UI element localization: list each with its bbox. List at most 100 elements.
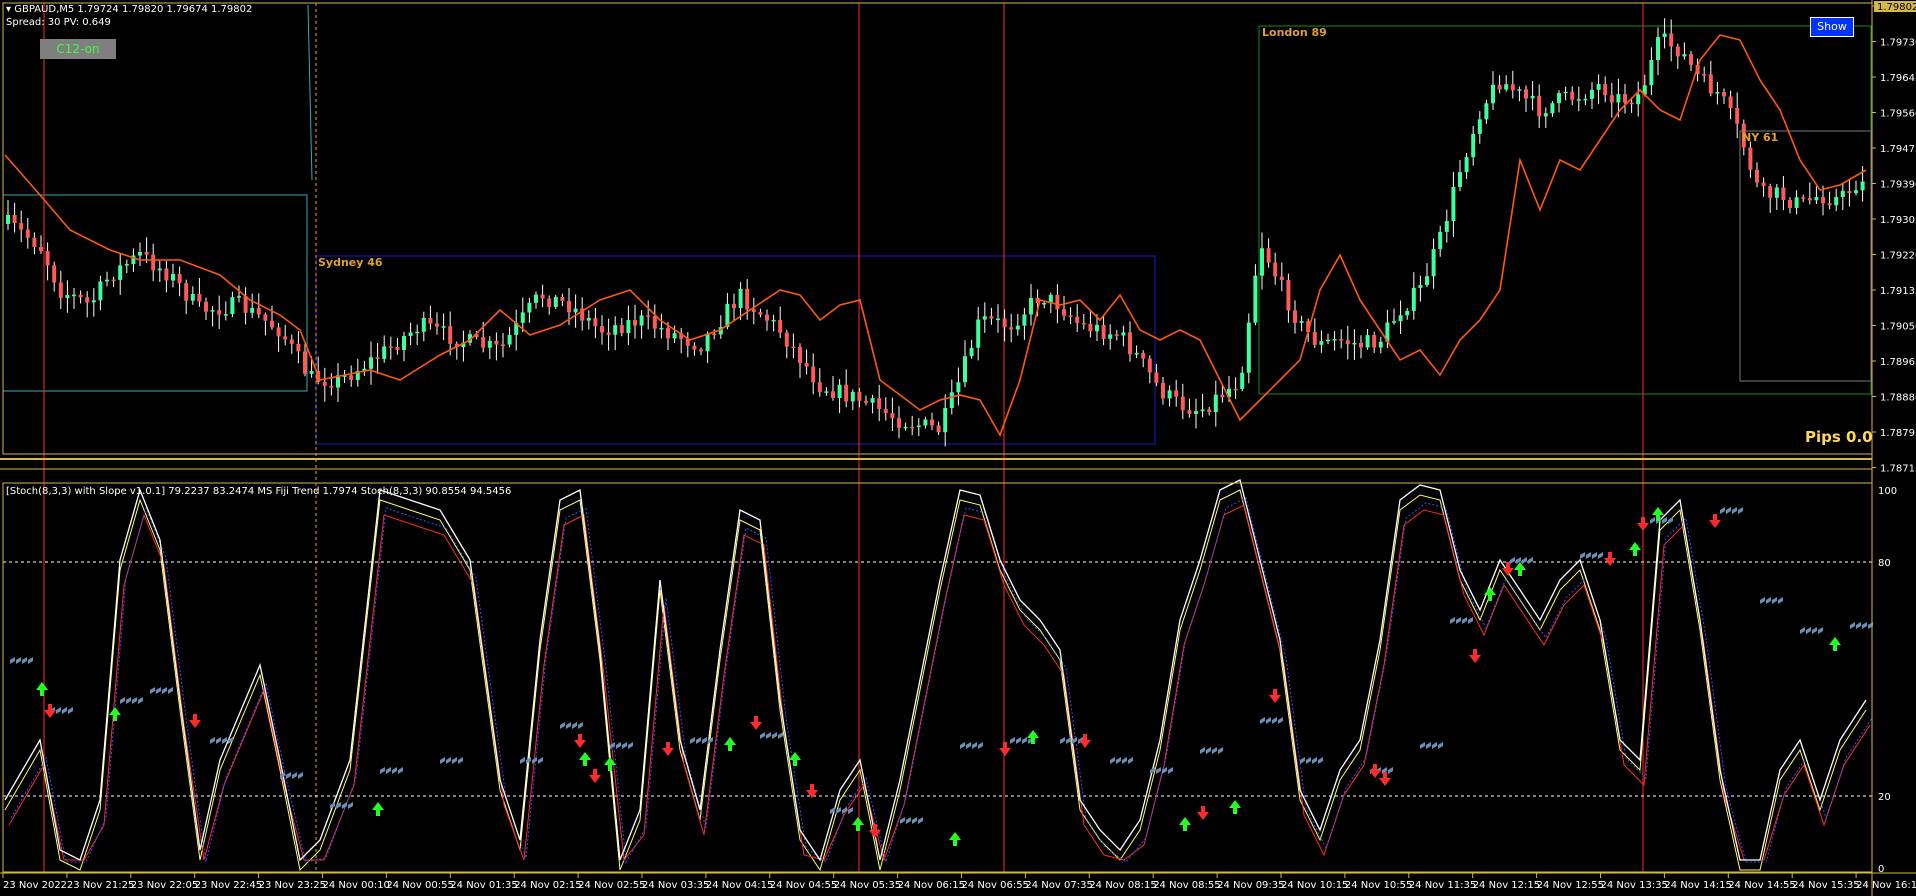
- time-tick-label: 24 Nov 16:15: [1856, 880, 1916, 891]
- stochastic-pane[interactable]: [3, 479, 1873, 872]
- sell-arrow-icon: [1709, 514, 1721, 528]
- bull-candle: [1834, 196, 1839, 206]
- trend-chevron-icon: [1522, 557, 1527, 564]
- bear-candle: [798, 346, 802, 363]
- bull-candle: [118, 265, 123, 280]
- bull-candle: [171, 274, 175, 281]
- trend-chevron-icon: [1116, 757, 1121, 764]
- bear-candle: [817, 382, 822, 393]
- trend-chevron-icon: [1812, 627, 1817, 634]
- bear-candle: [144, 251, 149, 255]
- time-tick-label: 24 Nov 07:35: [1025, 880, 1092, 891]
- show-button[interactable]: Show: [1810, 17, 1854, 37]
- trend-chevron-icon: [452, 757, 457, 764]
- trend-chevron-icon: [1760, 597, 1765, 604]
- candles: [6, 18, 1865, 447]
- time-tick-label: 24 Nov 02:15: [514, 880, 581, 891]
- bear-candle: [1002, 318, 1007, 328]
- trend-chevron-icon: [222, 737, 227, 744]
- buy-arrow-icon: [724, 737, 736, 751]
- moving-average-line: [4, 34, 1867, 437]
- sell-arrow-icon: [189, 714, 201, 728]
- bear-candle: [217, 310, 222, 315]
- bull-candle: [1794, 197, 1799, 208]
- trend-chevron-icon: [906, 817, 911, 824]
- bear-candle: [1524, 89, 1528, 99]
- buy-arrow-icon: [1179, 817, 1191, 831]
- bull-candle: [1167, 390, 1172, 399]
- bear-candle: [45, 250, 50, 266]
- trend-chevron-icon: [22, 657, 27, 664]
- bear-candle: [19, 223, 24, 230]
- bear-candle: [778, 319, 783, 333]
- bear-candle: [256, 307, 261, 315]
- bear-candle: [1755, 169, 1759, 183]
- trend-chevron-icon: [1066, 737, 1071, 744]
- bull-candle: [1365, 335, 1370, 348]
- bull-candle: [1840, 190, 1845, 197]
- trend-chevron-icon: [398, 767, 403, 774]
- bull-candle: [1682, 54, 1687, 57]
- bull-candle: [230, 297, 235, 315]
- bear-candle: [751, 309, 756, 313]
- trend-chevron-icon: [690, 737, 695, 744]
- bull-candle: [1477, 119, 1482, 134]
- bull-candle: [250, 307, 255, 313]
- trend-chevron-icon: [1122, 757, 1127, 764]
- sell-arrow-icon: [1604, 552, 1616, 566]
- bear-candle: [322, 381, 327, 386]
- trend-chevron-icon: [62, 707, 67, 714]
- trend-chevron-icon: [702, 737, 707, 744]
- bull-candle: [441, 326, 446, 328]
- bear-candle: [1339, 339, 1344, 341]
- price-tick-label: 1.79645: [1880, 73, 1916, 84]
- price-pane[interactable]: [2, 3, 1872, 872]
- stoch-tick-label: 20: [1878, 792, 1891, 803]
- bear-candle: [1141, 353, 1146, 359]
- bull-candle: [573, 308, 578, 313]
- bull-candle: [1590, 89, 1594, 99]
- trend-chevron-icon: [1312, 757, 1317, 764]
- bull-candle: [402, 336, 406, 350]
- london-session-label: London 89: [1262, 26, 1327, 39]
- bull-candle: [626, 320, 631, 334]
- bear-candle: [52, 265, 57, 283]
- bear-candle: [448, 326, 453, 344]
- bear-candle: [1827, 203, 1832, 206]
- bear-candle: [375, 357, 380, 359]
- trend-chevron-icon: [1022, 737, 1027, 744]
- sell-arrow-icon: [750, 716, 762, 730]
- trend-chevron-icon: [836, 807, 841, 814]
- c12-toggle-button[interactable]: C12-on: [40, 39, 116, 59]
- bull-candle: [124, 264, 129, 266]
- bull-candle: [1213, 394, 1218, 413]
- trend-chevron-icon: [696, 737, 701, 744]
- trend-chevron-icon: [1720, 507, 1725, 514]
- bear-candle: [349, 375, 354, 380]
- collapse-triangle-icon[interactable]: ▾: [6, 4, 11, 15]
- trading-chart[interactable]: 1.79802 1.79730 1.79645 1.79560 1.79475 1.793…: [0, 0, 1916, 896]
- bear-candle: [1689, 54, 1693, 65]
- bull-candle: [586, 317, 591, 321]
- sell-arrow-icon: [1469, 649, 1481, 663]
- trend-chevron-icon: [126, 697, 131, 704]
- bear-candle: [1510, 84, 1515, 91]
- trend-chevron-icon: [380, 767, 385, 774]
- bear-candle: [765, 314, 769, 321]
- bear-candle: [1497, 84, 1502, 90]
- bear-candle: [78, 294, 83, 298]
- trend-chevron-icon: [766, 732, 771, 739]
- bull-candle: [487, 340, 492, 348]
- bear-candle: [1068, 315, 1073, 318]
- current-price-label: 1.79802: [1877, 2, 1916, 13]
- previous-session-box: [2, 194, 308, 392]
- bull-candle: [237, 296, 241, 298]
- bull-candle: [1451, 186, 1456, 222]
- bull-candle: [157, 268, 162, 271]
- bull-candle: [943, 408, 948, 433]
- bull-candle: [771, 319, 776, 322]
- bull-candle: [969, 347, 974, 357]
- bear-candle: [428, 317, 433, 324]
- bull-candle: [138, 251, 142, 256]
- bull-candle: [223, 314, 228, 316]
